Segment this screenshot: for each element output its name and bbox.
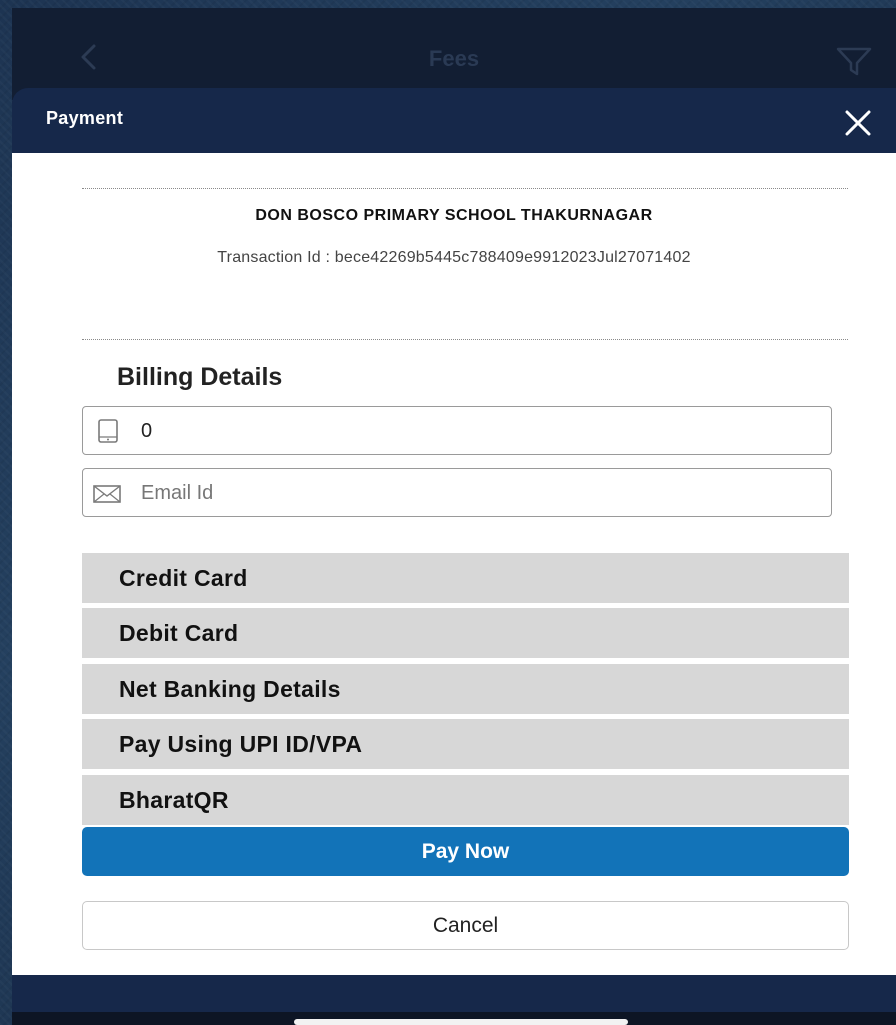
phone-input[interactable]: [141, 415, 801, 447]
option-label: Debit Card: [119, 620, 239, 646]
modal-title: Payment: [46, 108, 124, 128]
option-upi[interactable]: Pay Using UPI ID/VPA: [82, 719, 849, 769]
close-icon[interactable]: [842, 107, 874, 139]
divider: [82, 339, 848, 340]
page-title: Fees: [428, 46, 480, 71]
filter-icon[interactable]: [836, 46, 872, 78]
email-field[interactable]: [82, 468, 832, 517]
transaction-id: Transaction Id : bece42269b5445c788409e9…: [217, 249, 691, 266]
divider: [82, 188, 848, 189]
phone-icon: [98, 419, 118, 443]
option-credit-card[interactable]: Credit Card: [82, 553, 849, 603]
payment-modal: Payment DON BOSCO PRIMARY SCHOOL THAKURN…: [12, 88, 896, 1025]
email-input[interactable]: [141, 477, 801, 509]
mail-icon: [93, 485, 121, 503]
modal-body: DON BOSCO PRIMARY SCHOOL THAKURNAGAR Tra…: [12, 153, 896, 975]
school-name: DON BOSCO PRIMARY SCHOOL THAKURNAGAR: [255, 207, 653, 224]
option-label: Net Banking Details: [119, 676, 341, 702]
option-label: Credit Card: [119, 565, 248, 591]
cancel-button[interactable]: Cancel: [82, 901, 849, 950]
home-indicator[interactable]: [294, 1019, 628, 1025]
option-debit-card[interactable]: Debit Card: [82, 608, 849, 658]
option-label: BharatQR: [119, 787, 229, 813]
billing-details-heading: Billing Details: [117, 363, 283, 391]
phone-field[interactable]: [82, 406, 832, 455]
option-bharatqr[interactable]: BharatQR: [82, 775, 849, 825]
option-label: Pay Using UPI ID/VPA: [119, 731, 363, 757]
modal-header: Payment: [12, 88, 896, 153]
option-net-banking[interactable]: Net Banking Details: [82, 664, 849, 714]
pay-now-button[interactable]: Pay Now: [82, 827, 849, 876]
app-bar: Fees: [12, 8, 896, 100]
